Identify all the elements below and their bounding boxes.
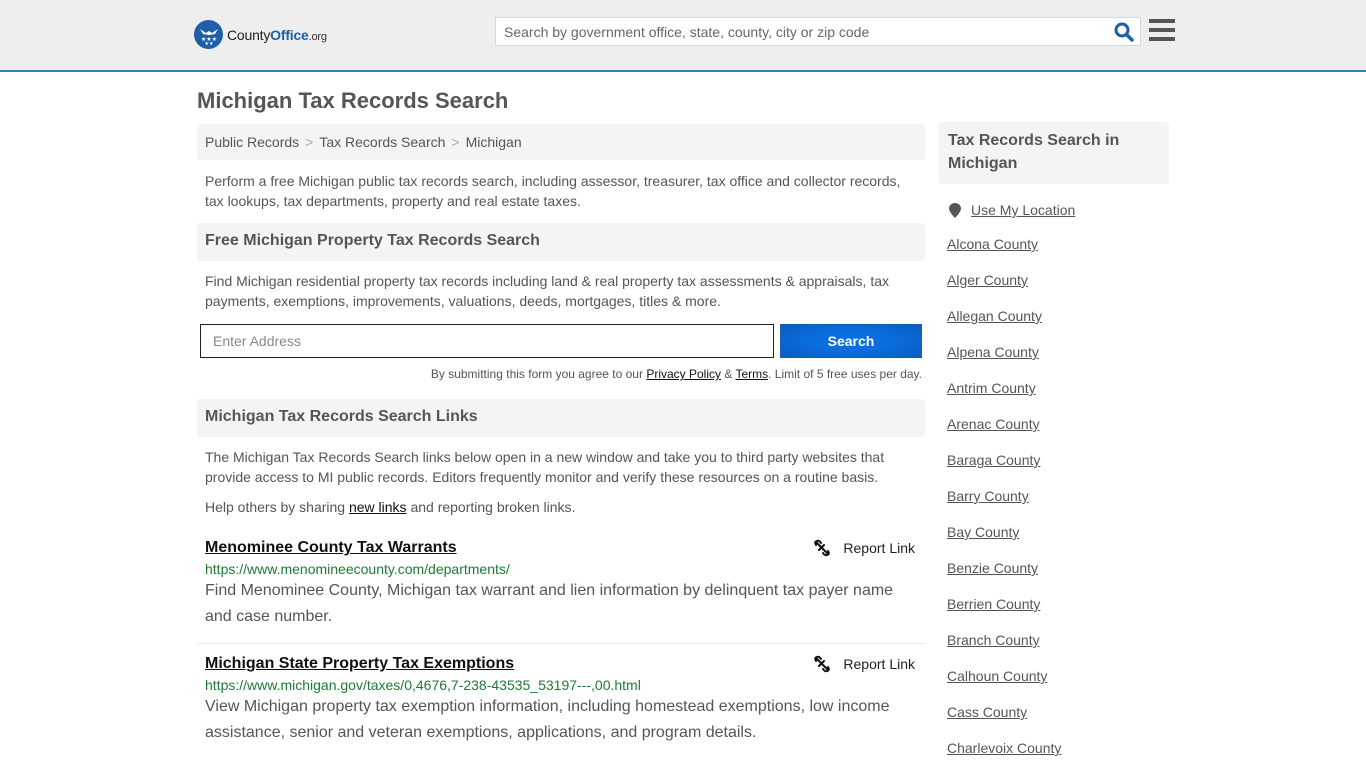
county-list-item: Berrien County: [947, 596, 1169, 632]
form-disclaimer: By submitting this form you agree to our…: [197, 367, 925, 381]
share-links-text: Help others by sharing new links and rep…: [197, 487, 925, 517]
address-input[interactable]: [200, 324, 774, 358]
broken-link-icon: [814, 655, 831, 673]
page-title: Michigan Tax Records Search: [197, 88, 509, 113]
county-list-item: Arenac County: [947, 416, 1169, 452]
share-suffix: and reporting broken links.: [406, 499, 576, 515]
new-links-link[interactable]: new links: [349, 499, 407, 515]
address-search-button[interactable]: Search: [780, 324, 922, 358]
county-link[interactable]: Arenac County: [947, 416, 1040, 432]
resource-link-item: Menominee County Tax Warrants Report Lin…: [197, 539, 925, 644]
county-list: Alcona County Alger County Allegan Count…: [939, 236, 1169, 776]
breadcrumb: Public Records > Tax Records Search > Michig…: [197, 124, 925, 160]
resource-link-item: Michigan State Property Tax Exemptions R…: [197, 644, 925, 746]
address-search-form: Search: [197, 324, 925, 358]
breadcrumb-tax-records-search[interactable]: Tax Records Search: [319, 134, 445, 150]
county-list-item: Antrim County: [947, 380, 1169, 416]
disclaimer-limit-text: . Limit of 5 free uses per day.: [768, 367, 922, 381]
county-list-item: Bay County: [947, 524, 1169, 560]
county-list-item: Cass County: [947, 704, 1169, 740]
svg-text:★★: ★★: [204, 41, 213, 46]
resource-link-title[interactable]: Menominee County Tax Warrants: [205, 539, 457, 556]
county-list-item: Allegan County: [947, 308, 1169, 344]
county-link[interactable]: Charlevoix County: [947, 740, 1061, 756]
resource-link-description: Find Menominee County, Michigan tax warr…: [205, 582, 894, 625]
county-link[interactable]: Barry County: [947, 488, 1029, 504]
county-link[interactable]: Alpena County: [947, 344, 1039, 360]
county-link[interactable]: Antrim County: [947, 380, 1036, 396]
breadcrumb-current: Michigan: [465, 134, 522, 150]
site-header: ★★★ ★★ CountyOffice.org: [0, 0, 1366, 72]
site-logo[interactable]: ★★★ ★★ CountyOffice.org: [194, 20, 327, 49]
links-section-description: The Michigan Tax Records Search links be…: [205, 449, 885, 485]
property-search-description: Find Michigan residential property tax r…: [205, 273, 889, 309]
county-list-item: Benzie County: [947, 560, 1169, 596]
disclaimer-ampersand: &: [721, 367, 736, 381]
county-link[interactable]: Bay County: [947, 524, 1019, 540]
county-list-item: Calhoun County: [947, 668, 1169, 704]
terms-link[interactable]: Terms: [735, 367, 768, 381]
county-list-item: Charlevoix County: [947, 740, 1169, 776]
links-section-heading: Michigan Tax Records Search Links: [197, 399, 925, 437]
sidebar: Tax Records Search in Michigan Use My Lo…: [939, 122, 1169, 776]
report-link-label: Report Link: [843, 540, 915, 556]
privacy-policy-link[interactable]: Privacy Policy: [646, 367, 721, 381]
sidebar-heading: Tax Records Search in Michigan: [939, 122, 1169, 184]
county-link[interactable]: Alger County: [947, 272, 1028, 288]
county-link[interactable]: Branch County: [947, 632, 1040, 648]
county-link[interactable]: Cass County: [947, 704, 1027, 720]
breadcrumb-separator: >: [451, 134, 460, 150]
search-icon[interactable]: [1114, 22, 1134, 42]
use-my-location-link[interactable]: Use My Location: [971, 202, 1075, 218]
resource-link-description: View Michigan property tax exemption inf…: [205, 698, 890, 741]
county-link[interactable]: Alcona County: [947, 236, 1038, 252]
share-prefix: Help others by sharing: [205, 499, 349, 515]
county-link[interactable]: Calhoun County: [947, 668, 1047, 684]
site-search: [495, 17, 1141, 46]
resource-link-url: https://www.menomineecounty.com/departme…: [205, 561, 510, 577]
breadcrumb-public-records[interactable]: Public Records: [205, 134, 299, 150]
county-list-item: Baraga County: [947, 452, 1169, 488]
broken-link-icon: [814, 539, 831, 557]
report-link-button[interactable]: Report Link: [813, 655, 915, 673]
breadcrumb-separator: >: [305, 134, 314, 150]
county-link[interactable]: Allegan County: [947, 308, 1042, 324]
county-list-item: Alger County: [947, 272, 1169, 308]
logo-wordmark: CountyOffice.org: [227, 26, 327, 43]
county-link[interactable]: Baraga County: [947, 452, 1040, 468]
main-content: Public Records > Tax Records Search > Michig…: [197, 124, 925, 746]
county-link[interactable]: Berrien County: [947, 596, 1040, 612]
disclaimer-text: By submitting this form you agree to our: [430, 367, 647, 381]
site-search-input[interactable]: [496, 18, 1106, 45]
resource-link-title[interactable]: Michigan State Property Tax Exemptions: [205, 655, 514, 672]
use-location: Use My Location: [939, 202, 1169, 218]
report-link-label: Report Link: [843, 656, 915, 672]
county-list-item: Branch County: [947, 632, 1169, 668]
map-pin-icon: [949, 202, 961, 218]
county-list-item: Alcona County: [947, 236, 1169, 272]
intro-text: Perform a free Michigan public tax recor…: [205, 173, 901, 209]
hamburger-menu-icon[interactable]: [1149, 19, 1175, 43]
county-list-item: Barry County: [947, 488, 1169, 524]
resource-link-url: https://www.michigan.gov/taxes/0,4676,7-…: [205, 677, 641, 693]
property-search-heading: Free Michigan Property Tax Records Searc…: [197, 223, 925, 261]
county-list-item: Alpena County: [947, 344, 1169, 380]
county-link[interactable]: Benzie County: [947, 560, 1038, 576]
report-link-button[interactable]: Report Link: [813, 539, 915, 557]
eagle-stars-logo-icon: ★★★ ★★: [194, 20, 223, 49]
